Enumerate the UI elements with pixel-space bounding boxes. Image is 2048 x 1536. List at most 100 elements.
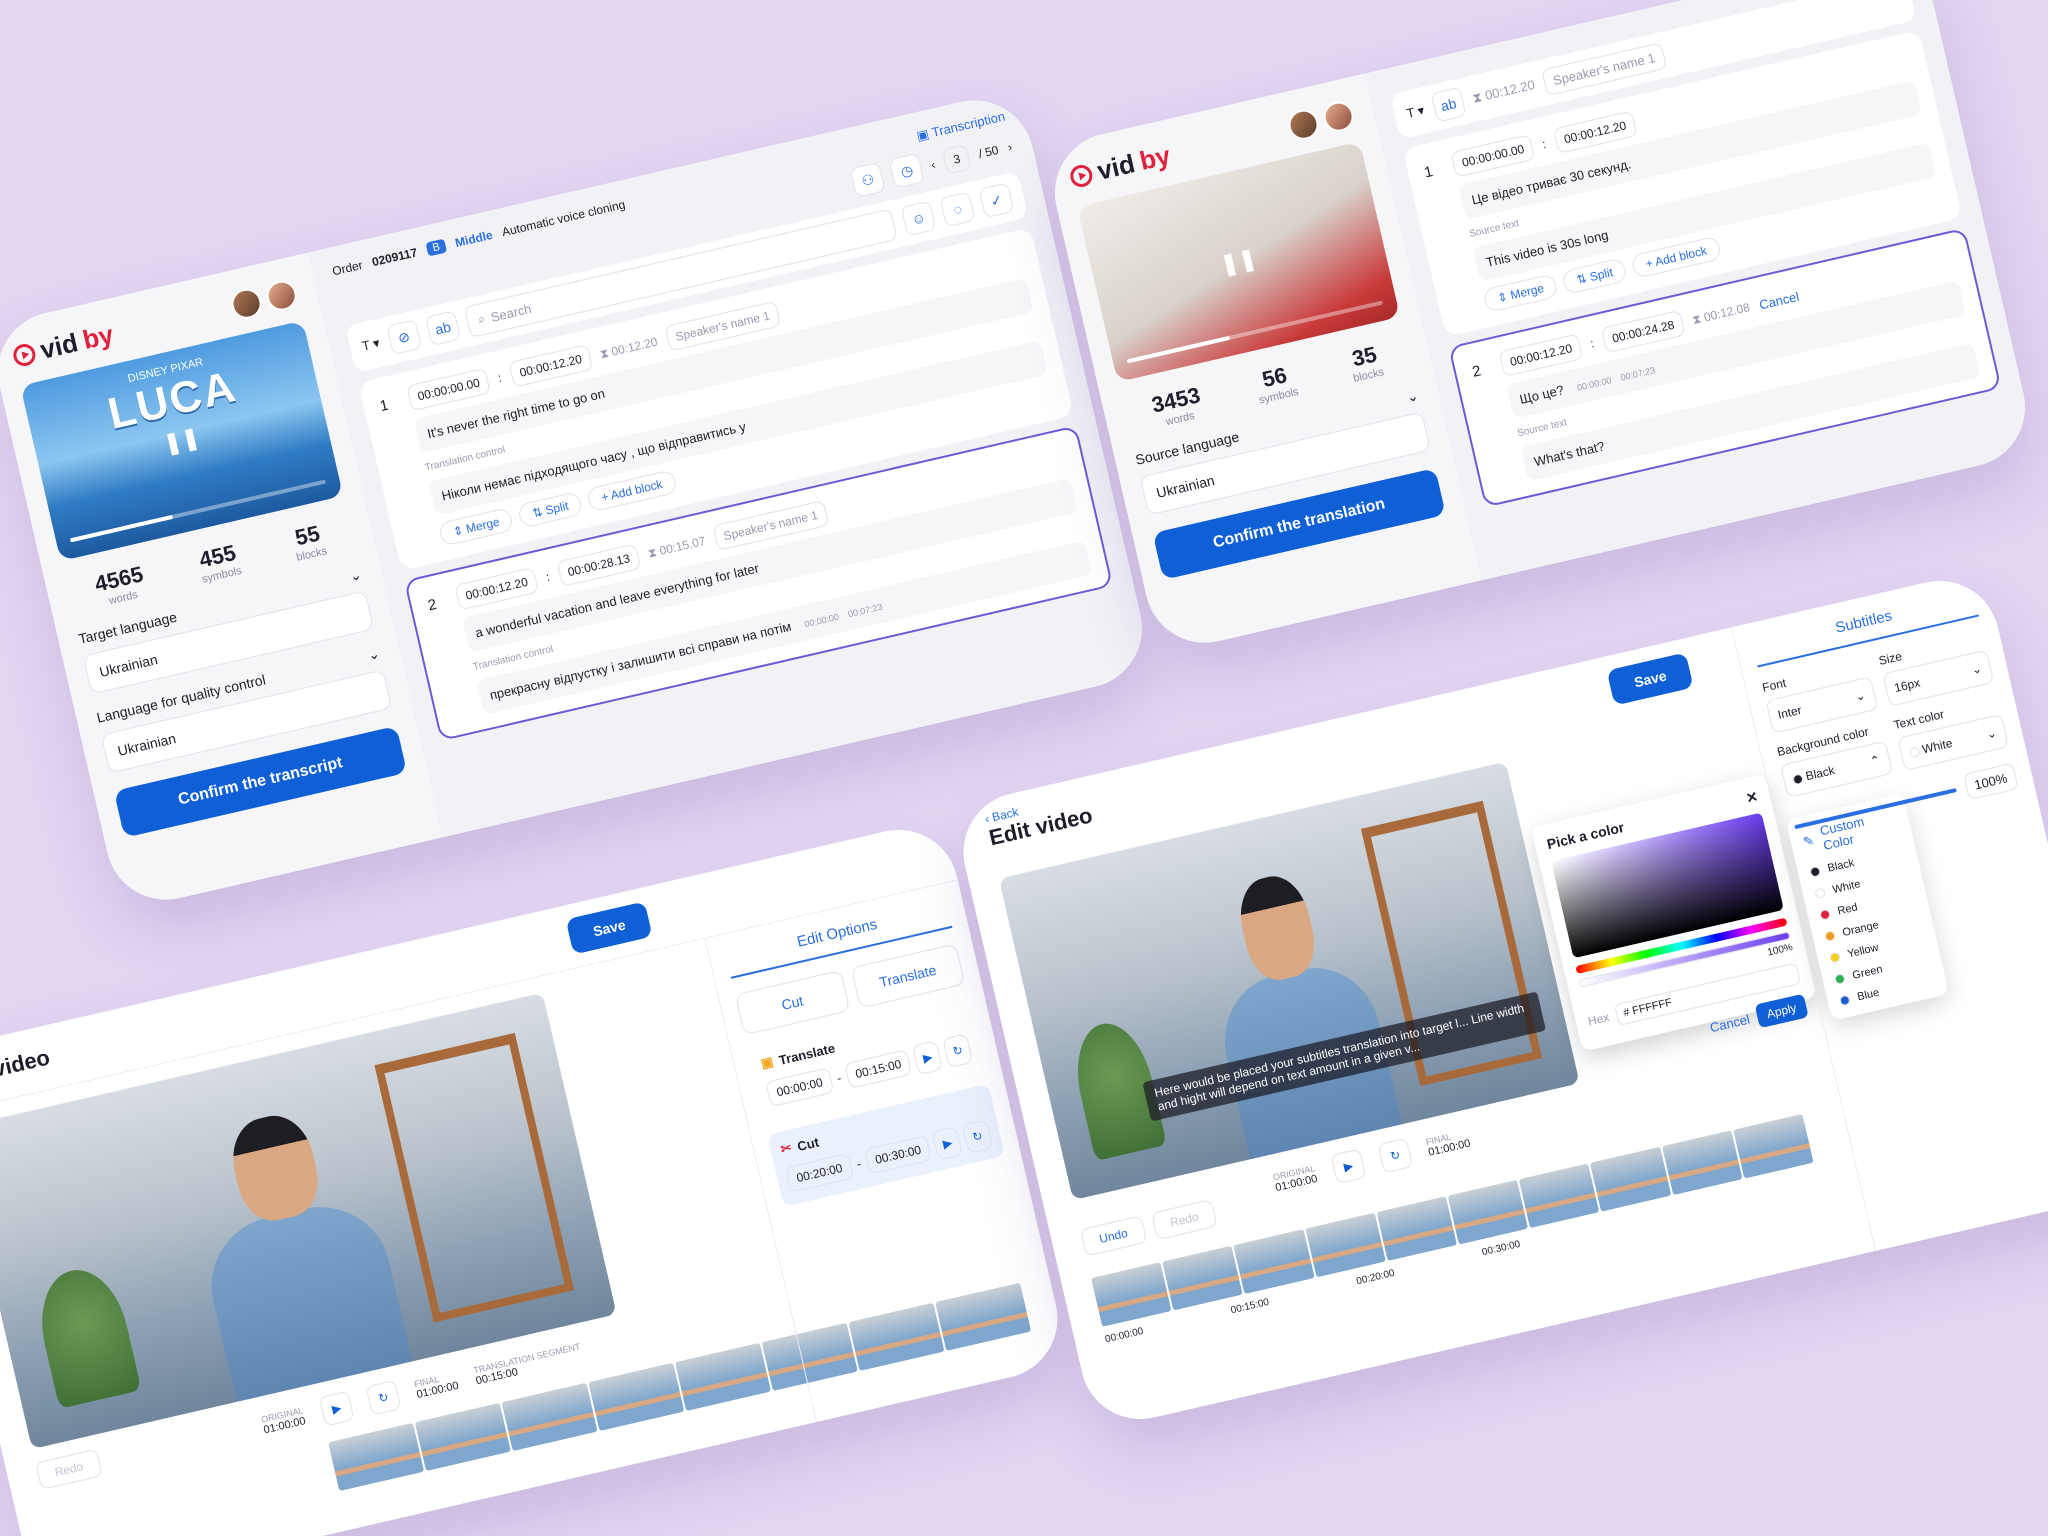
translate-icon: ▣ — [759, 1053, 775, 1072]
prev-page-icon[interactable]: ‹ — [930, 157, 937, 172]
edit-video-card: Edit video Save Redo ORIGINAL01:00:00 ▶ … — [0, 817, 1070, 1536]
chevron-down-icon[interactable]: ⌄ — [366, 645, 381, 664]
save-button[interactable]: Save — [1606, 652, 1694, 706]
tier-badge: B — [425, 238, 448, 257]
page-input[interactable]: 3 — [941, 143, 972, 175]
editor: T ▾ ab ⧗ 00:12.20 Speaker's name 1 1 00:… — [1364, 0, 2037, 581]
page-title: Edit video — [0, 1044, 53, 1092]
split-button[interactable]: ⇅ Split — [1561, 257, 1629, 295]
cancel-button[interactable]: Cancel — [1758, 288, 1801, 312]
end-time-input[interactable]: 00:30:00 — [863, 1134, 933, 1175]
spellcheck-icon[interactable]: ab — [424, 310, 461, 347]
translation-editor-card: vid by ❚❚ 3453 words 56 symbols 35 blocks So… — [1043, 0, 2037, 655]
play-icon[interactable]: ▶ — [318, 1390, 355, 1427]
replay-icon[interactable]: ↻ — [365, 1379, 402, 1416]
people-icon[interactable]: ⚇ — [849, 161, 886, 198]
duration: ⧗ 00:12.20 — [598, 334, 659, 361]
final-duration: FINAL 01:00:00 — [413, 1373, 460, 1402]
presenter-image — [176, 1098, 413, 1402]
comment-icon[interactable]: ◌ — [939, 191, 976, 228]
shelf-image — [374, 1032, 575, 1323]
stat-symbols: 56 symbols — [1257, 362, 1300, 407]
stat-blocks: 35 blocks — [1349, 341, 1386, 385]
block-number: 2 — [426, 595, 439, 615]
avatar[interactable] — [263, 277, 300, 314]
duration: ⧗ 00:12.20 — [1471, 76, 1537, 106]
play-logo-icon — [1068, 162, 1095, 189]
stat-symbols: 455 symbols — [196, 539, 243, 586]
original-duration: ORIGINAL 01:00:00 — [1271, 1163, 1319, 1195]
cancel-button[interactable]: Cancel — [1708, 1011, 1751, 1035]
spellcheck-icon[interactable]: ab — [1430, 86, 1467, 123]
pause-icon[interactable]: ❚❚ — [1218, 245, 1260, 279]
replay-icon[interactable]: ↻ — [942, 1033, 974, 1069]
tier-label: Middle — [453, 227, 494, 251]
collaborators — [1285, 98, 1357, 143]
scissors-icon: ✂ — [779, 1139, 794, 1157]
duration: ⧗ 00:12.08 — [1690, 299, 1752, 327]
start-time-input[interactable]: 00:20:00 — [785, 1152, 854, 1193]
replay-icon[interactable]: ↻ — [1377, 1137, 1414, 1174]
play-icon[interactable]: ▶ — [912, 1040, 944, 1076]
chevron-down-icon[interactable]: ⌄ — [1405, 387, 1420, 406]
close-icon[interactable]: ✕ — [1744, 788, 1759, 807]
cut-button[interactable]: Cut — [734, 970, 850, 1036]
clock-icon[interactable]: ◷ — [888, 152, 925, 189]
start-time-input[interactable]: 00:00:00 — [765, 1067, 835, 1108]
play-icon[interactable]: ▶ — [932, 1125, 964, 1161]
stat-words: 3453 words — [1149, 382, 1203, 429]
transcript-editor-card: vid by DISNEY PIXAR LUCA ❚❚ 4565 words 455… — [0, 88, 1154, 912]
chevron-down-icon: ⌄ — [1985, 725, 1999, 742]
play-icon[interactable]: ▶ — [1330, 1148, 1367, 1185]
stat-words: 4565 words — [92, 561, 146, 608]
logo-text: vid — [37, 327, 81, 365]
collaborators — [228, 277, 300, 322]
final-duration: FINAL 01:00:00 — [1424, 1131, 1472, 1159]
apply-button[interactable]: Apply — [1754, 993, 1809, 1029]
subtitles-card: ‹ Back Edit video Save Here would be pla… — [951, 568, 2048, 1432]
vidby-logo[interactable]: vid by — [10, 319, 116, 372]
presenter-image — [1190, 860, 1403, 1160]
next-page-icon[interactable]: › — [1006, 140, 1013, 155]
vidby-logo[interactable]: vid by — [1067, 140, 1173, 193]
editor: Order 0209117 B Middle Automatic voice c… — [307, 88, 1154, 838]
block-number: 1 — [378, 396, 391, 416]
speaker-select[interactable]: Speaker's name 1 — [1541, 41, 1667, 96]
opacity-value[interactable]: 100% — [1962, 762, 2019, 801]
stat-blocks: 55 blocks — [292, 520, 329, 564]
redo-button[interactable]: Redo — [35, 1448, 103, 1491]
redo-button[interactable]: Redo — [1150, 1198, 1219, 1241]
mini-start-time: 00:00:00 — [803, 611, 840, 630]
mini-end-time: 00:07:23 — [847, 601, 884, 620]
duration: ⧗ 00:15.07 — [646, 533, 707, 561]
save-button[interactable]: Save — [565, 900, 653, 955]
text-style-button[interactable]: T ▾ — [360, 335, 381, 355]
undo-redo: Redo — [35, 1448, 103, 1491]
search-icon: ⌕ — [476, 310, 487, 327]
avatar[interactable] — [1320, 98, 1357, 135]
chevron-up-icon: ⌃ — [1868, 752, 1882, 769]
translate-button[interactable]: Translate — [850, 943, 966, 1009]
no-speaker-icon[interactable]: ⊘ — [385, 319, 422, 356]
merge-button[interactable]: ⇕ Merge — [437, 506, 515, 547]
avatar[interactable] — [1285, 106, 1322, 143]
opacity-slider[interactable] — [1794, 787, 1957, 829]
page-total: / 50 — [977, 142, 1000, 162]
chevron-down-icon[interactable]: ⌄ — [348, 566, 363, 585]
chevron-down-icon: ⌄ — [1853, 688, 1867, 705]
avatar[interactable] — [228, 285, 265, 322]
undo-button[interactable]: Undo — [1079, 1215, 1148, 1257]
block-number: 2 — [1470, 362, 1483, 381]
voice-icon[interactable]: ☺ — [900, 200, 937, 237]
merge-button[interactable]: ⇕ Merge — [1482, 273, 1560, 314]
split-button[interactable]: ⇅ Split — [517, 490, 584, 529]
original-duration: ORIGINAL 01:00:00 — [260, 1405, 307, 1437]
end-time-input[interactable]: 00:15:00 — [843, 1049, 913, 1089]
replay-icon[interactable]: ↻ — [962, 1119, 994, 1154]
text-style-button[interactable]: T ▾ — [1405, 102, 1426, 122]
segment-duration: TRANSLATION SEGMENT 00:15:00 — [472, 1341, 582, 1388]
order-number: 0209117 — [370, 245, 419, 270]
pause-icon[interactable]: ❚❚ — [161, 424, 203, 458]
check-icon[interactable]: ✓ — [978, 182, 1015, 219]
plant-image — [30, 1261, 142, 1409]
